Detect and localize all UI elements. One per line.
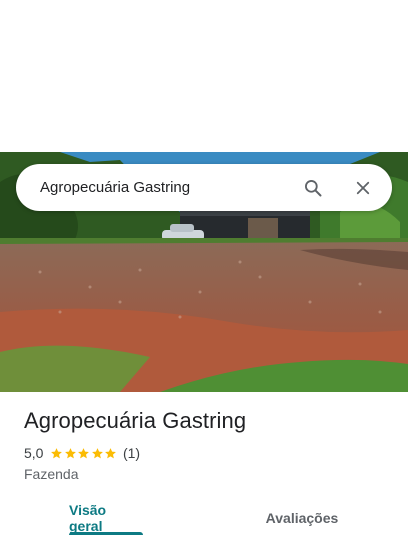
search-input[interactable]: Agropecuária Gastring [40, 179, 298, 196]
tab-selected-indicator [69, 532, 143, 535]
tab-reviews[interactable]: Avaliações [262, 500, 342, 536]
star-icon [78, 447, 90, 458]
star-icon [92, 447, 103, 458]
star-rating [50, 447, 118, 460]
star-icon [105, 447, 117, 458]
place-category[interactable]: Fazenda [24, 466, 78, 482]
star-icon [65, 447, 76, 458]
place-title: Agropecuária Gastring [24, 408, 247, 433]
tab-overview[interactable]: Visão geral [69, 500, 143, 536]
rating-value: 5,0 [24, 445, 44, 461]
search-bar[interactable]: Agropecuária Gastring [16, 164, 392, 211]
star-icon [51, 447, 63, 458]
tab-bar: Visão geral Avaliações [0, 500, 408, 544]
close-icon[interactable] [348, 173, 378, 203]
rating-row[interactable]: 5,0 (1) [24, 444, 140, 462]
review-count[interactable]: (1) [123, 445, 140, 461]
search-icon[interactable] [298, 173, 328, 203]
